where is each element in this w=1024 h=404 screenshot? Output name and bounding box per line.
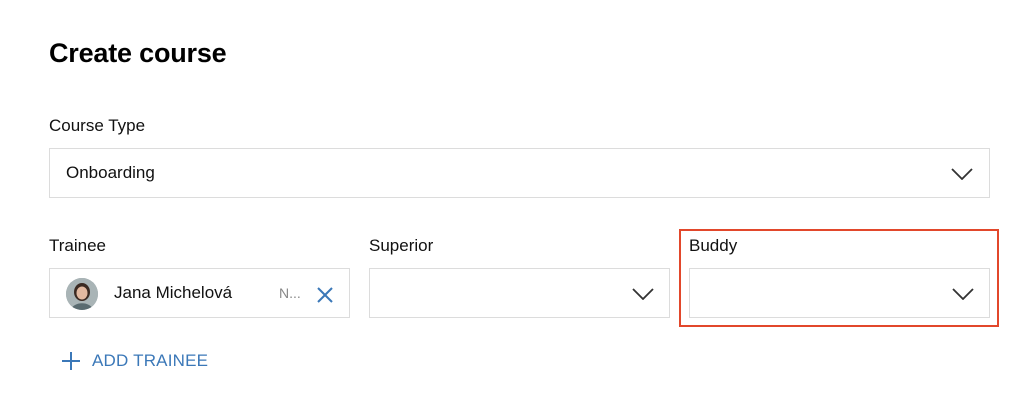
plus-icon bbox=[61, 351, 81, 371]
buddy-label: Buddy bbox=[689, 236, 738, 255]
superior-label: Superior bbox=[369, 236, 434, 255]
trainee-truncated-text: N... bbox=[279, 285, 301, 301]
course-type-value: Onboarding bbox=[66, 163, 155, 182]
buddy-select[interactable] bbox=[689, 268, 990, 318]
page-title: Create course bbox=[49, 38, 227, 68]
chevron-down-icon bbox=[952, 288, 974, 300]
avatar bbox=[66, 278, 98, 310]
course-type-select[interactable]: Onboarding bbox=[49, 148, 990, 198]
close-icon[interactable] bbox=[316, 286, 334, 304]
add-trainee-button[interactable]: ADD TRAINEE bbox=[61, 350, 208, 372]
add-trainee-label: ADD TRAINEE bbox=[92, 351, 209, 370]
trainee-label: Trainee bbox=[49, 236, 107, 255]
chevron-down-icon bbox=[632, 288, 654, 300]
trainee-field[interactable]: Jana Michelová N... bbox=[49, 268, 350, 318]
trainee-name: Jana Michelová bbox=[114, 283, 233, 302]
chevron-down-icon bbox=[951, 168, 973, 180]
superior-select[interactable] bbox=[369, 268, 670, 318]
course-type-label: Course Type bbox=[49, 116, 146, 135]
